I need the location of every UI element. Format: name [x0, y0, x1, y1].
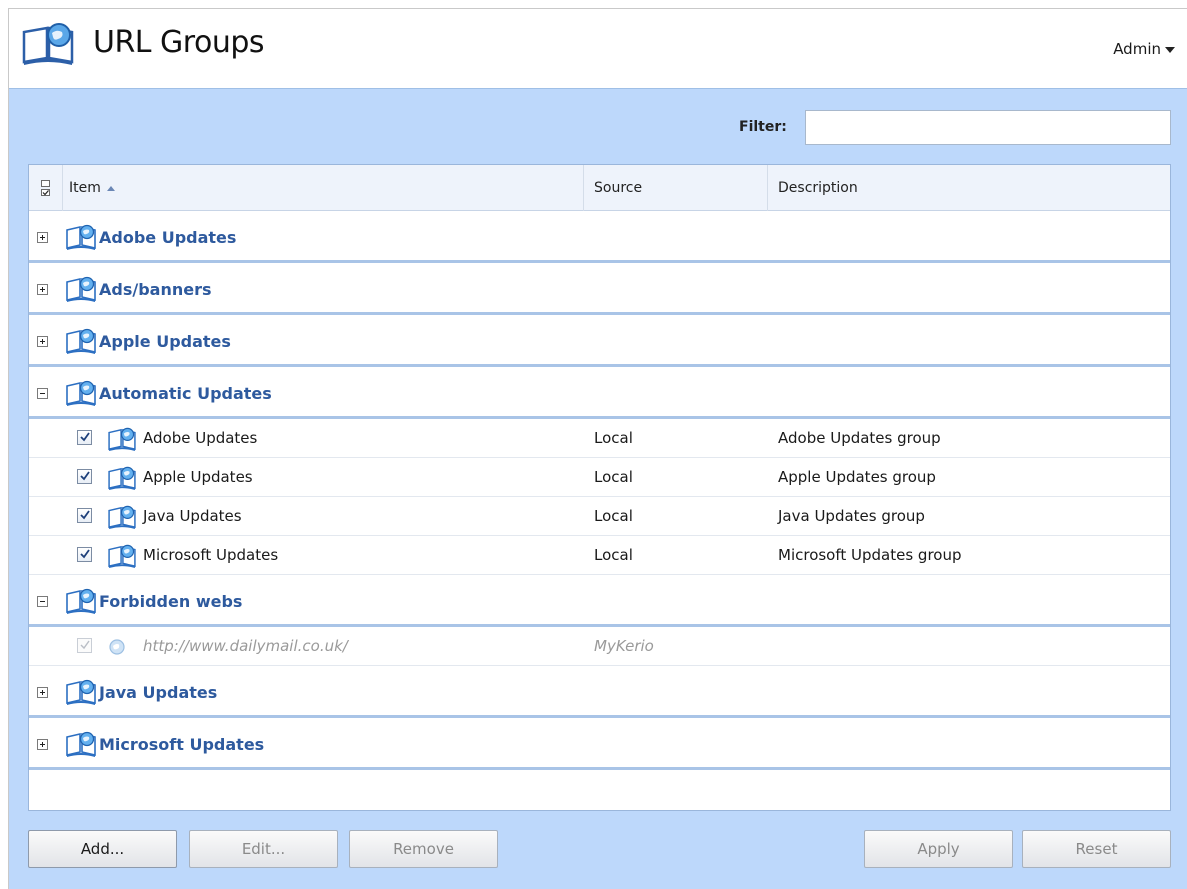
item-source: Local: [594, 429, 633, 447]
check-icon: [80, 640, 90, 650]
expand-icon[interactable]: [37, 687, 48, 698]
item-description: Microsoft Updates group: [778, 546, 962, 564]
apply-button[interactable]: Apply: [864, 830, 1013, 868]
expand-icon[interactable]: [37, 336, 48, 347]
group-row-java-updates[interactable]: Java Updates: [29, 666, 1170, 718]
url-group-book-icon: [22, 23, 74, 65]
item-label: Java Updates: [143, 507, 242, 525]
user-menu-label: Admin: [1113, 40, 1161, 58]
group-row-microsoft-updates[interactable]: Microsoft Updates: [29, 718, 1170, 770]
grid-header: Item Source Description: [29, 165, 1170, 211]
item-source: Local: [594, 507, 633, 525]
item-description: Apple Updates group: [778, 468, 936, 486]
group-row-ads-banners[interactable]: Ads/banners: [29, 263, 1170, 315]
table-row[interactable]: Adobe Updates Local Adobe Updates group: [29, 419, 1170, 458]
table-row[interactable]: Apple Updates Local Apple Updates group: [29, 458, 1170, 497]
check-icon: [80, 471, 90, 481]
check-icon: [80, 549, 90, 559]
url-group-icon: [66, 328, 96, 354]
item-source: Local: [594, 468, 633, 486]
row-checkbox[interactable]: [77, 547, 92, 562]
url-groups-grid: Item Source Description Adobe Updates Ad…: [28, 164, 1171, 811]
url-group-icon: [66, 679, 96, 705]
group-label: Forbidden webs: [99, 592, 243, 611]
url-group-icon: [66, 380, 96, 406]
collapse-icon[interactable]: [37, 388, 48, 399]
group-row-adobe-updates[interactable]: Adobe Updates: [29, 211, 1170, 263]
url-group-icon: [66, 588, 96, 614]
edit-button[interactable]: Edit...: [189, 830, 338, 868]
row-checkbox[interactable]: [77, 508, 92, 523]
table-row[interactable]: http://www.dailymail.co.uk/ MyKerio: [29, 627, 1170, 666]
group-row-apple-updates[interactable]: Apple Updates: [29, 315, 1170, 367]
check-icon: [80, 510, 90, 520]
globe-icon: [109, 639, 125, 655]
column-header-source[interactable]: Source: [584, 165, 768, 211]
filter-label: Filter:: [739, 119, 787, 135]
page-title: URL Groups: [93, 25, 265, 60]
table-row[interactable]: Microsoft Updates Local Microsoft Update…: [29, 536, 1170, 575]
url-group-icon: [108, 505, 136, 529]
page-header: URL Groups Admin: [9, 9, 1187, 89]
url-groups-window: URL Groups Admin Filter: Item Source Des…: [8, 8, 1187, 889]
group-row-automatic-updates[interactable]: Automatic Updates: [29, 367, 1170, 419]
column-header-source-label: Source: [594, 180, 643, 196]
item-label: Microsoft Updates: [143, 546, 279, 564]
column-header-item[interactable]: Item: [63, 165, 584, 211]
url-group-icon: [108, 466, 136, 490]
filter-input[interactable]: [805, 110, 1171, 145]
check-icon: [80, 432, 90, 442]
column-header-item-label: Item: [69, 180, 101, 196]
select-all-column[interactable]: [29, 165, 63, 211]
item-description: Adobe Updates group: [778, 429, 941, 447]
item-label: Adobe Updates: [143, 429, 258, 447]
add-button[interactable]: Add...: [28, 830, 177, 868]
remove-button[interactable]: Remove: [349, 830, 498, 868]
group-label: Microsoft Updates: [99, 735, 265, 754]
group-label: Java Updates: [99, 683, 218, 702]
user-menu[interactable]: Admin: [1113, 40, 1175, 58]
url-group-icon: [108, 544, 136, 568]
chevron-down-icon: [1165, 47, 1175, 53]
item-label: http://www.dailymail.co.uk/: [143, 637, 348, 655]
item-label: Apple Updates: [143, 468, 253, 486]
select-all-icon: [40, 180, 50, 196]
expand-icon[interactable]: [37, 739, 48, 750]
group-row-forbidden-webs[interactable]: Forbidden webs: [29, 575, 1170, 627]
url-group-icon: [66, 276, 96, 302]
url-group-icon: [108, 427, 136, 451]
row-checkbox: [77, 638, 92, 653]
group-label: Apple Updates: [99, 332, 231, 351]
row-checkbox[interactable]: [77, 430, 92, 445]
column-header-description-label: Description: [778, 180, 858, 196]
expand-icon[interactable]: [37, 284, 48, 295]
collapse-icon[interactable]: [37, 596, 48, 607]
sort-ascending-icon: [106, 185, 115, 191]
group-label: Ads/banners: [99, 280, 212, 299]
reset-button[interactable]: Reset: [1022, 830, 1171, 868]
item-source: Local: [594, 546, 633, 564]
item-source: MyKerio: [594, 637, 654, 655]
group-label: Adobe Updates: [99, 228, 237, 247]
row-checkbox[interactable]: [77, 469, 92, 484]
grid-rows: Adobe Updates Ads/banners Apple Updates …: [29, 211, 1170, 770]
column-header-description[interactable]: Description: [768, 165, 1168, 211]
url-group-icon: [66, 731, 96, 757]
expand-icon[interactable]: [37, 232, 48, 243]
group-label: Automatic Updates: [99, 384, 272, 403]
url-group-icon: [66, 224, 96, 250]
item-description: Java Updates group: [778, 507, 925, 525]
table-row[interactable]: Java Updates Local Java Updates group: [29, 497, 1170, 536]
